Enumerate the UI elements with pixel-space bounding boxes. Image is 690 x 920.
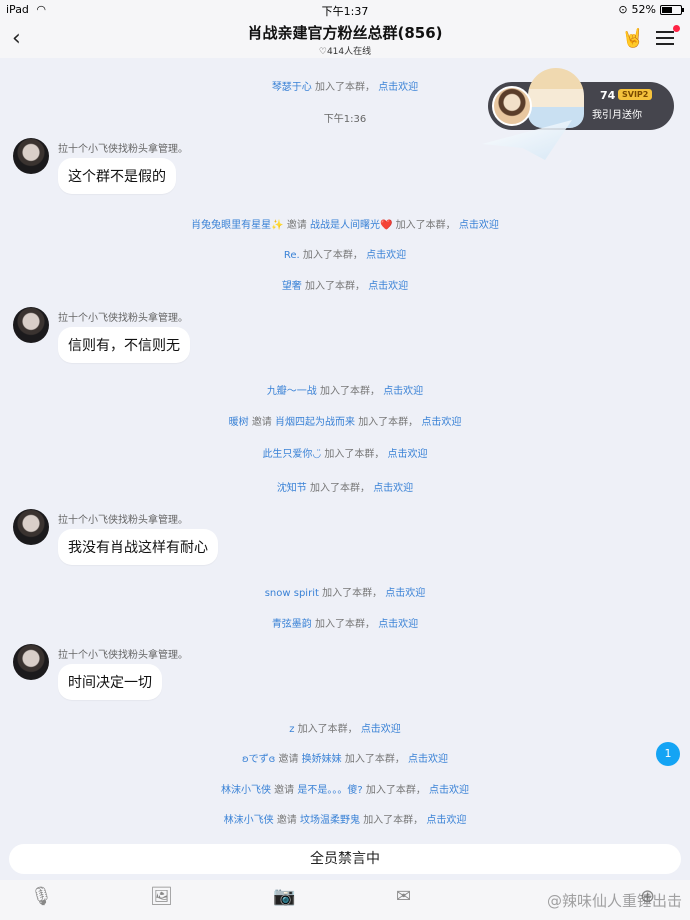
online-count: ♡414人在线 [318, 47, 372, 57]
member-name[interactable]: ʚでずɞ [242, 754, 275, 765]
member-name[interactable]: 林沫小飞侠 [221, 785, 271, 796]
invitee-name[interactable]: 是不是。。。傻? [297, 785, 362, 796]
system-message: 林沫小飞侠 邀请 坟场温柔野鬼 加入了本群， 点击欢迎 [223, 815, 467, 826]
system-message: 此生只爱你◡̈ 加入了本群， 点击欢迎 [262, 449, 428, 460]
group-title-area[interactable]: 肖战亲建官方粉丝总群(856) ♡414人在线 [0, 22, 690, 57]
rock-hand-icon[interactable]: 🤘 [622, 28, 644, 49]
welcome-link[interactable]: 点击欢迎 [378, 619, 418, 630]
mute-notice: 全员禁言中 [9, 844, 681, 874]
sender-name: 拉十个小飞侠找粉头拿管理。 [58, 515, 188, 526]
welcome-link[interactable]: 点击欢迎 [408, 754, 448, 765]
avatar[interactable] [13, 644, 49, 680]
system-message: 青弦墨韵 加入了本群， 点击欢迎 [271, 619, 419, 630]
online-icon: ♡ [318, 47, 327, 57]
invitee-name[interactable]: 肖烟四起为战而来 [275, 417, 355, 428]
member-name[interactable]: 望奢 [282, 281, 302, 292]
unread-badge[interactable]: 1 [656, 742, 680, 766]
welcome-link[interactable]: 点击欢迎 [459, 220, 499, 231]
welcome-link[interactable]: 点击欢迎 [368, 281, 408, 292]
welcome-link[interactable]: 点击欢迎 [385, 588, 425, 599]
sender-name: 拉十个小飞侠找粉头拿管理。 [58, 650, 188, 661]
system-message: 林沫小飞侠 邀请 是不是。。。傻? 加入了本群， 点击欢迎 [220, 785, 470, 796]
welcome-link[interactable]: 点击欢迎 [383, 386, 423, 397]
status-right: ⊙ 52% [618, 3, 684, 16]
group-title: 肖战亲建官方粉丝总群(856) [247, 24, 443, 42]
system-message: 九瓣～一战 加入了本群， 点击欢迎 [266, 386, 424, 397]
watermark: @辣味仙人重锤出击 [546, 892, 682, 910]
message-bubble[interactable]: 这个群不是假的 [58, 158, 176, 194]
welcome-link[interactable]: 点击欢迎 [378, 82, 418, 93]
member-name[interactable]: 此生只爱你◡̈ [262, 449, 321, 460]
sender-name: 拉十个小飞侠找粉头拿管理。 [58, 313, 188, 324]
avatar[interactable] [13, 307, 49, 343]
message-bubble[interactable]: 信则有，不信则无 [58, 327, 190, 363]
menu-icon[interactable] [656, 27, 674, 49]
red-packet-icon[interactable]: ✉ [396, 886, 411, 907]
battery-icon [660, 4, 684, 15]
welcome-link[interactable]: 点击欢迎 [421, 417, 461, 428]
gift-character-image [528, 68, 584, 128]
rotation-lock-icon: ⊙ [618, 3, 628, 16]
system-message: snow spirit 加入了本群， 点击欢迎 [264, 588, 426, 599]
avatar[interactable] [13, 509, 49, 545]
sender-name: 拉十个小飞侠找粉头拿管理。 [58, 144, 188, 155]
message-bubble[interactable]: 时间决定一切 [58, 664, 162, 700]
avatar[interactable] [13, 138, 49, 174]
battery-percent: 52% [631, 3, 656, 16]
svip-badge: SVIP2 [618, 89, 653, 100]
member-name[interactable]: snow spirit [265, 588, 319, 599]
gift-text: 我引月送你 [592, 110, 642, 121]
invitee-name[interactable]: 战战是人间曙光❤️ [310, 220, 392, 231]
welcome-link[interactable]: 点击欢迎 [429, 785, 469, 796]
system-message: 肖兔兔眼里有星星✨ 邀请 战战是人间曙光❤️ 加入了本群， 点击欢迎 [191, 220, 499, 231]
status-bar: iPad ◠ 下午1:37 ⊙ 52% [0, 0, 690, 20]
notification-dot [673, 25, 680, 32]
camera-icon[interactable]: 📷 [273, 886, 295, 907]
system-message: ʚでずɞ 邀请 换娇妹妹 加入了本群， 点击欢迎 [241, 754, 449, 765]
system-message: z 加入了本群， 点击欢迎 [289, 724, 401, 735]
member-name[interactable]: 九瓣～一战 [267, 386, 317, 397]
welcome-link[interactable]: 点击欢迎 [366, 250, 406, 261]
welcome-link[interactable]: 点击欢迎 [426, 815, 466, 826]
member-name[interactable]: 肖兔兔眼里有星星✨ [191, 220, 283, 231]
gift-count: 74 [600, 89, 616, 102]
member-name[interactable]: 琴瑟于心 [272, 82, 312, 93]
microphone-icon[interactable]: 🎙 [30, 886, 53, 907]
gift-sender-avatar [492, 86, 532, 126]
welcome-link[interactable]: 点击欢迎 [373, 483, 413, 494]
image-icon[interactable]: 🖼 [150, 886, 173, 907]
welcome-link[interactable]: 点击欢迎 [388, 449, 428, 460]
member-name[interactable]: 青弦墨韵 [272, 619, 312, 630]
member-name[interactable]: 沈知节 [277, 483, 307, 494]
invitee-name[interactable]: 换娇妹妹 [302, 754, 342, 765]
welcome-link[interactable]: 点击欢迎 [361, 724, 401, 735]
member-name[interactable]: z [289, 724, 294, 735]
system-message: 沈知节 加入了本群， 点击欢迎 [276, 483, 414, 494]
nav-bar: ‹ 肖战亲建官方粉丝总群(856) ♡414人在线 🤘 [0, 20, 690, 58]
system-message: Re. 加入了本群， 点击欢迎 [283, 250, 407, 261]
invitee-name[interactable]: 坟场温柔野鬼 [300, 815, 360, 826]
member-name[interactable]: 林沫小飞侠 [224, 815, 274, 826]
status-time: 下午1:37 [321, 5, 369, 18]
system-message: 望奢 加入了本群， 点击欢迎 [281, 281, 409, 292]
message-bubble[interactable]: 我没有肖战这样有耐心 [58, 529, 218, 565]
chat-area[interactable]: 琴瑟于心 加入了本群， 点击欢迎 下午1:36 74 SVIP2 我引月送你 拉… [0, 58, 690, 838]
system-message: 暖树 邀请 肖烟四起为战而来 加入了本群， 点击欢迎 [228, 417, 462, 428]
member-name[interactable]: Re. [284, 250, 300, 261]
gift-card[interactable]: 74 SVIP2 我引月送你 [488, 68, 674, 130]
member-name[interactable]: 暖树 [229, 417, 249, 428]
